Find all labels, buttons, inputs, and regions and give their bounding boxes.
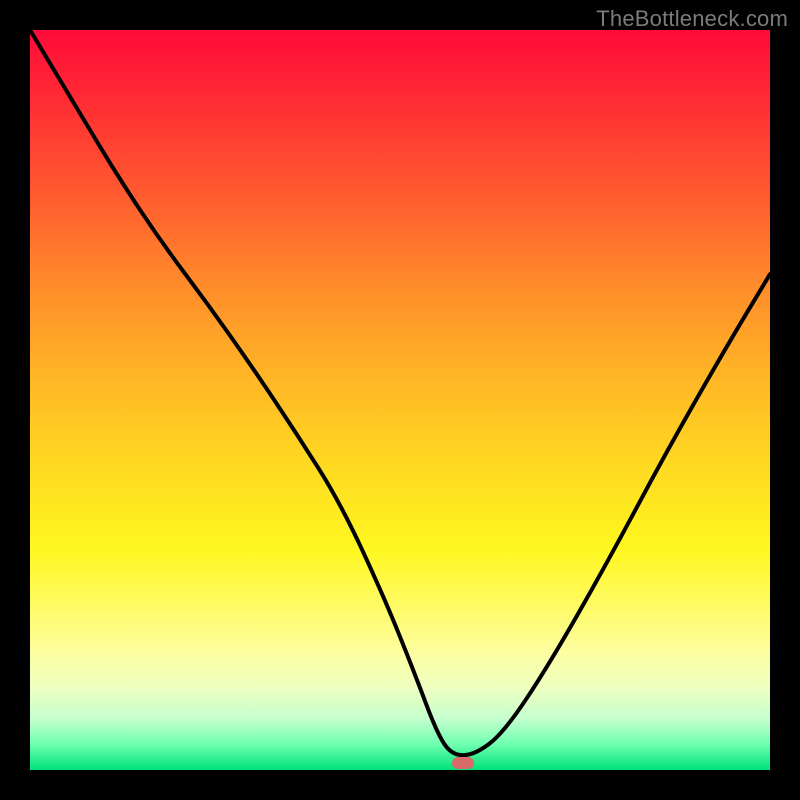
optimal-marker (452, 757, 474, 769)
bottleneck-curve (30, 30, 770, 755)
watermark-text: TheBottleneck.com (596, 6, 788, 32)
plot-area (30, 30, 770, 770)
chart-stage: TheBottleneck.com (0, 0, 800, 800)
bottleneck-curve-svg (30, 30, 770, 770)
